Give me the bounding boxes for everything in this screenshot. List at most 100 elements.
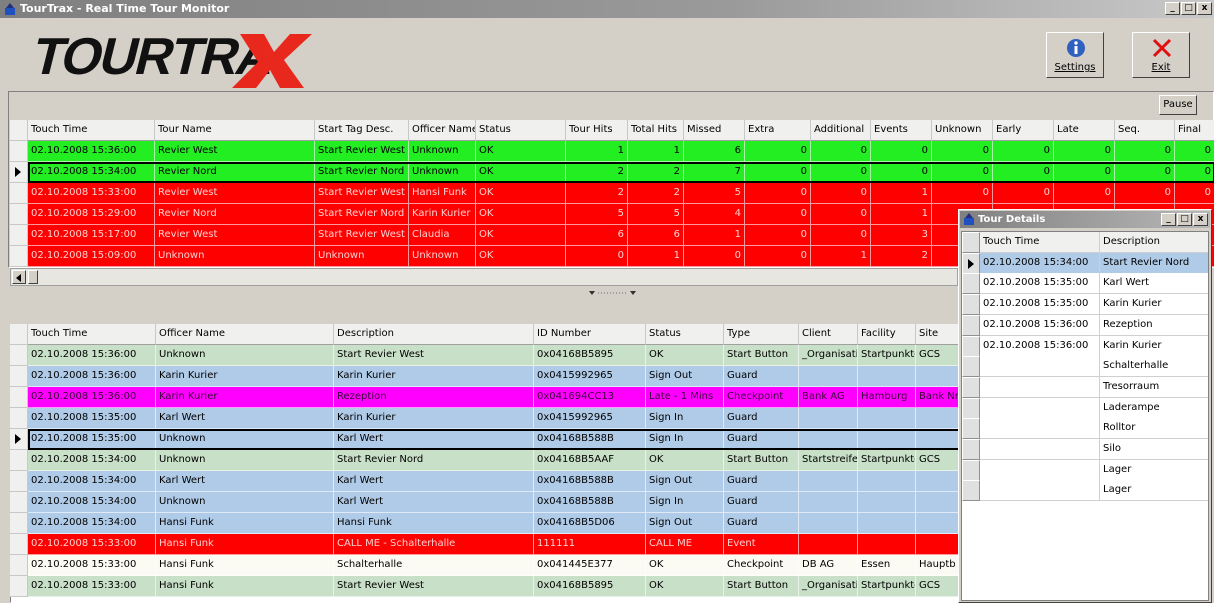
cell-description[interactable]: Schalterhalle (1100, 356, 1208, 378)
cell-touch-time[interactable] (980, 356, 1100, 378)
row-selector[interactable] (10, 534, 28, 555)
row-selector[interactable] (10, 141, 28, 162)
column-header-seq[interactable]: Seq. (1115, 120, 1175, 141)
cell-total-hits[interactable]: 5 (628, 204, 684, 225)
cell-site[interactable] (916, 534, 960, 555)
cell-id-number[interactable]: 0x0415992965 (534, 408, 646, 429)
cell-description[interactable]: Rezeption (334, 387, 534, 408)
cell-description[interactable]: Karl Wert (334, 471, 534, 492)
column-header-status[interactable]: Status (476, 120, 566, 141)
cell-site[interactable] (916, 408, 960, 429)
cell-status[interactable]: Sign Out (646, 513, 724, 534)
cell-touch-time[interactable]: 02.10.2008 15:35:00 (28, 429, 156, 450)
cell-additional[interactable]: 1 (811, 246, 871, 267)
cell-type[interactable]: Checkpoint (724, 555, 799, 576)
cell-site[interactable]: Hauptb (916, 555, 960, 576)
cell-seq[interactable]: 0 (1115, 141, 1175, 162)
cell-touch-time[interactable]: 02.10.2008 15:33:00 (28, 555, 156, 576)
cell-events[interactable]: 3 (871, 225, 932, 246)
settings-button[interactable]: Settings (1046, 32, 1104, 78)
cell-tour-name[interactable]: Revier West (155, 225, 315, 246)
column-header-late[interactable]: Late (1054, 120, 1115, 141)
cell-facility[interactable] (858, 513, 916, 534)
cell-id-number[interactable]: 0x041445E377 (534, 555, 646, 576)
cell-description[interactable]: Tresorraum (1100, 376, 1208, 398)
cell-late[interactable]: 0 (1054, 141, 1115, 162)
cell-tour-name[interactable]: Revier West (155, 141, 315, 162)
cell-description[interactable]: Lager (1100, 480, 1208, 502)
cell-tour-hits[interactable]: 1 (566, 141, 628, 162)
cell-description[interactable]: Karl Wert (1100, 273, 1208, 295)
column-header-unknown[interactable]: Unknown (932, 120, 993, 141)
cell-type[interactable]: Start Button (724, 450, 799, 471)
cell-unknown[interactable]: 0 (932, 183, 993, 204)
cell-touch-time[interactable]: 02.10.2008 15:35:00 (980, 273, 1100, 295)
cell-id-number[interactable]: 0x041694CC13 (534, 387, 646, 408)
cell-touch-time[interactable]: 02.10.2008 15:34:00 (28, 162, 155, 183)
cell-description[interactable]: Karl Wert (334, 429, 534, 450)
cell-start-tag-desc[interactable]: Start Revier West (315, 183, 409, 204)
cell-status[interactable]: OK (476, 162, 566, 183)
cell-facility[interactable] (858, 429, 916, 450)
cell-description[interactable]: Start Revier Nord (1100, 252, 1208, 274)
cell-officer-name[interactable]: Unknown (156, 429, 334, 450)
cell-facility[interactable] (858, 408, 916, 429)
cell-officer-name[interactable]: Unknown (156, 492, 334, 513)
cell-touch-time[interactable] (980, 459, 1100, 481)
minimize-button[interactable]: _ (1161, 213, 1176, 226)
cell-type[interactable]: Guard (724, 513, 799, 534)
cell-touch-time[interactable]: 02.10.2008 15:29:00 (28, 204, 155, 225)
cell-type[interactable]: Guard (724, 366, 799, 387)
exit-button[interactable]: Exit (1132, 32, 1190, 78)
cell-final[interactable]: 0 (1175, 162, 1214, 183)
cell-description[interactable]: Rolltor (1100, 418, 1208, 440)
column-header-officer-name[interactable]: Officer Name (409, 120, 476, 141)
cell-extra[interactable]: 0 (745, 141, 811, 162)
tour-details-title-bar[interactable]: Tour Details _ □ x (960, 211, 1210, 228)
column-header-events[interactable]: Events (871, 120, 932, 141)
cell-early[interactable]: 0 (993, 183, 1054, 204)
cell-facility[interactable]: Startpunkte (858, 450, 916, 471)
row-selector[interactable] (10, 204, 28, 225)
cell-touch-time[interactable] (980, 418, 1100, 440)
cell-facility[interactable] (858, 471, 916, 492)
cell-missed[interactable]: 6 (684, 141, 745, 162)
cell-start-tag-desc[interactable]: Start Revier Nord (315, 162, 409, 183)
maximize-button[interactable]: □ (1177, 213, 1192, 226)
cell-facility[interactable] (858, 366, 916, 387)
row-selector[interactable] (962, 294, 980, 316)
row-selector[interactable] (10, 576, 28, 597)
cell-status[interactable]: Sign Out (646, 471, 724, 492)
cell-missed[interactable]: 4 (684, 204, 745, 225)
cell-touch-time[interactable]: 02.10.2008 15:35:00 (28, 408, 156, 429)
cell-events[interactable]: 2 (871, 246, 932, 267)
cell-description[interactable]: Schalterhalle (334, 555, 534, 576)
cell-touch-time[interactable] (980, 439, 1100, 460)
cell-touch-time[interactable] (980, 480, 1100, 502)
row-selector[interactable] (962, 252, 980, 274)
row-selector[interactable] (962, 356, 980, 378)
cell-description[interactable]: Rezeption (1100, 314, 1208, 336)
cell-facility[interactable] (858, 534, 916, 555)
column-header-additional[interactable]: Additional (811, 120, 871, 141)
cell-description[interactable]: Start Revier Nord (334, 450, 534, 471)
cell-officer-name[interactable]: Karin Kurier (409, 204, 476, 225)
row-selector[interactable] (10, 246, 28, 267)
row-selector[interactable] (10, 225, 28, 246)
column-header-touch-time[interactable]: Touch Time (28, 120, 155, 141)
cell-id-number[interactable]: 0x04168B588B (534, 492, 646, 513)
cell-client[interactable]: _Organisati (799, 576, 858, 597)
cell-touch-time[interactable]: 02.10.2008 15:09:00 (28, 246, 155, 267)
cell-site[interactable] (916, 366, 960, 387)
cell-late[interactable]: 0 (1054, 183, 1115, 204)
column-header-touch-time[interactable]: Touch Time (980, 232, 1100, 253)
cell-officer-name[interactable]: Hansi Funk (409, 183, 476, 204)
row-selector[interactable] (10, 492, 28, 513)
cell-tour-hits[interactable]: 5 (566, 204, 628, 225)
cell-officer-name[interactable]: Unknown (409, 162, 476, 183)
cell-events[interactable]: 1 (871, 204, 932, 225)
cell-officer-name[interactable]: Hansi Funk (156, 513, 334, 534)
cell-description[interactable]: Hansi Funk (334, 513, 534, 534)
row-selector[interactable] (962, 335, 980, 357)
cell-description[interactable]: Silo (1100, 439, 1208, 460)
